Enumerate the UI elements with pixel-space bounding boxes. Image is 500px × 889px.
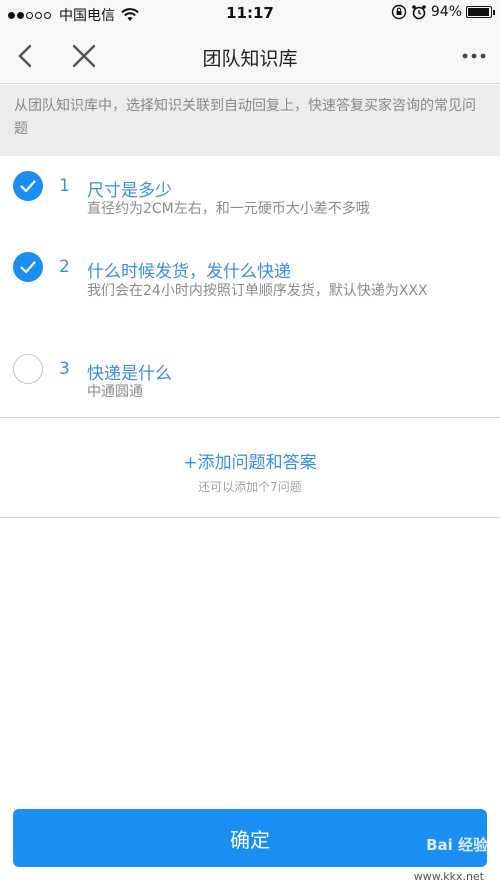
rotation-lock-icon [391,4,407,20]
qa-item[interactable]: 1 尺寸是多少 直径约为2CM左右，和一元硬币大小差不多哦 [0,156,500,241]
qa-item[interactable]: 2 什么时候发货，发什么快递 我们会在24小时内按照订单顺序发货，默认快递为XX… [0,241,500,344]
qa-question: 什么时候发货，发什么快递 [87,262,291,282]
battery-fill [468,8,489,16]
qa-answer: 我们会在24小时内按照订单顺序发货，默认快递为XXX [87,283,428,299]
tip-banner: 从团队知识库中，选择知识关联到自动回复上，快速答复买家咨询的常见问题 [0,85,500,156]
qa-answer: 直径约为2CM左右，和一元硬币大小差不多哦 [87,201,370,217]
check-icon [20,261,36,274]
checkbox-checked[interactable] [13,252,43,282]
qa-question: 快递是什么 [87,364,172,384]
baidu-watermark: Bai 经验 [426,836,488,854]
checkbox-unchecked[interactable] [13,354,43,384]
add-question-hint: 还可以添加个7问题 [198,480,302,494]
divider [0,417,500,418]
alarm-icon [412,5,426,20]
qa-number: 1 [59,176,70,196]
confirm-button[interactable]: 确定 [13,809,487,867]
qa-answer: 中通圆通 [87,384,143,400]
add-question-block: +添加问题和答案 还可以添加个7问题 [0,448,500,495]
qa-list: 1 尺寸是多少 直径约为2CM左右，和一元硬币大小差不多哦 2 什么时候发货，发… [0,156,500,419]
qa-question: 尺寸是多少 [87,181,172,201]
divider [0,517,500,518]
checkbox-checked[interactable] [13,171,43,201]
more-button[interactable] [458,40,490,72]
check-icon [20,180,36,193]
add-question-link[interactable]: +添加问题和答案 [183,448,316,473]
qa-number: 2 [59,257,70,277]
battery-percent: 94% [430,4,462,20]
status-bar: 中国电信 11:17 94% [0,0,500,28]
status-right: 94% [391,4,495,20]
qa-number: 3 [59,359,70,379]
nav-bar: 团队知识库 [0,28,500,84]
more-dots-icon [462,53,486,59]
watermark-url: www.kkx.net [413,870,484,883]
battery-icon [466,6,495,18]
qa-item[interactable]: 3 快递是什么 中通圆通 [0,344,500,419]
page-title: 团队知识库 [202,48,298,70]
